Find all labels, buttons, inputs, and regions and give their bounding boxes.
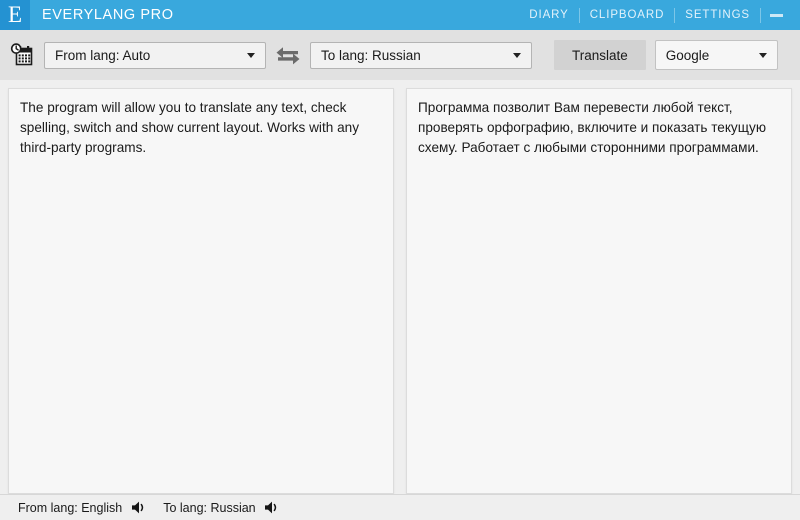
calendar-clock-icon[interactable] (10, 43, 34, 67)
chevron-down-icon (513, 53, 521, 58)
status-from-lang: From lang: English (18, 499, 149, 517)
from-language-value: From lang: Auto (55, 47, 151, 63)
engine-select[interactable]: Google (654, 40, 778, 70)
chevron-down-icon (247, 53, 255, 58)
from-language-select[interactable]: From lang: Auto (44, 41, 266, 69)
status-bar: From lang: English To lang: Russian (0, 494, 800, 520)
translate-button[interactable]: Translate (554, 40, 646, 70)
source-text-area[interactable]: The program will allow you to translate … (8, 88, 394, 494)
toolbar: From lang: Auto To lang: Russian Transla… (0, 30, 800, 80)
menu-item-settings[interactable]: SETTINGS (675, 0, 760, 30)
status-to-lang: To lang: Russian (163, 499, 282, 517)
everylang-window: E EVERYLANG PRO DIARY CLIPBOARD SETTINGS (0, 0, 800, 520)
translation-panels: The program will allow you to translate … (0, 80, 800, 494)
menu-item-clipboard[interactable]: CLIPBOARD (580, 0, 675, 30)
status-from-lang-label: From lang: English (18, 500, 123, 515)
app-logo: E (0, 0, 30, 30)
to-language-select[interactable]: To lang: Russian (310, 41, 532, 69)
minimize-button[interactable] (761, 0, 791, 30)
swap-arrows-icon (276, 47, 300, 65)
speak-target-button[interactable] (263, 499, 283, 517)
source-text: The program will allow you to translate … (20, 100, 363, 155)
target-text-area[interactable]: Программа позволит Вам перевести любой т… (406, 88, 792, 494)
engine-value: Google (665, 47, 710, 63)
logo-e-icon: E (7, 2, 23, 27)
to-language-value: To lang: Russian (321, 47, 421, 63)
speak-source-button[interactable] (129, 499, 149, 517)
speaker-icon (265, 501, 277, 514)
speaker-icon (131, 501, 143, 514)
target-text: Программа позволит Вам перевести любой т… (418, 100, 770, 155)
chevron-down-icon (758, 53, 767, 58)
minimize-icon (769, 13, 783, 17)
app-title: EVERYLANG PRO (42, 7, 174, 23)
title-bar: E EVERYLANG PRO DIARY CLIPBOARD SETTINGS (0, 0, 800, 30)
title-menu: DIARY CLIPBOARD SETTINGS (519, 0, 800, 30)
swap-languages-button[interactable] (266, 40, 310, 70)
menu-item-diary[interactable]: DIARY (519, 0, 578, 30)
status-to-lang-label: To lang: Russian (163, 500, 256, 515)
